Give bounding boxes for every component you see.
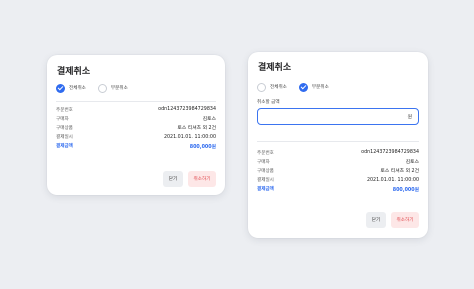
detail-key: 구매상품	[257, 168, 274, 174]
payment-details: 주문번호 odn1243723984729834 구매자 김토스 구매상품 토스…	[257, 148, 419, 194]
total-key: 결제금액	[257, 187, 274, 193]
detail-row-total: 결제금액 800,000원	[257, 185, 419, 194]
detail-row-paid-at: 결제일시 2021.01.01. 11:00:00	[257, 176, 419, 185]
cancel-payment-dialog-partial: 결제취소 전체취소 부분취소 취소할 금액 원 주문번호 odn12437239…	[248, 52, 428, 238]
close-button[interactable]: 닫기	[366, 212, 386, 228]
detail-row-total: 결제금액 800,000원	[56, 142, 216, 151]
detail-value: odn1243723984729834	[158, 107, 216, 113]
dialog-actions: 닫기 취소하기	[158, 171, 216, 187]
dialog-actions: 닫기 취소하기	[361, 212, 419, 228]
detail-row-order-number: 주문번호 odn1243723984729834	[56, 105, 216, 114]
radio-partial-cancel[interactable]: 부분취소	[298, 82, 329, 92]
radio-partial-cancel[interactable]: 부분취소	[97, 83, 128, 93]
detail-key: 구매상품	[56, 125, 73, 131]
detail-row-paid-at: 결제일시 2021.01.01. 11:00:00	[56, 133, 216, 142]
cancel-payment-dialog-full: 결제취소 전체취소 부분취소 주문번호 odn1243723984729834 …	[47, 55, 225, 195]
detail-row-buyer: 구매자 김토스	[257, 157, 419, 166]
cancel-type-radio-group: 전체취소 부분취소	[257, 81, 341, 93]
detail-key: 주문번호	[56, 107, 73, 113]
radio-label: 부분취소	[110, 86, 128, 91]
detail-key: 주문번호	[257, 150, 274, 156]
detail-key: 구매자	[56, 116, 69, 122]
radio-full-cancel[interactable]: 전체취소	[257, 82, 287, 92]
detail-row-product: 구매상품 토스 티셔츠 외 2건	[257, 166, 419, 175]
detail-value: 2021.01.01. 11:00:00	[366, 177, 419, 183]
detail-row-order-number: 주문번호 odn1243723984729834	[257, 148, 419, 157]
radio-unchecked-icon	[257, 82, 266, 92]
cancel-payment-button[interactable]: 취소하기	[391, 212, 419, 228]
dialog-title: 결제취소	[57, 67, 91, 77]
detail-value: 김토스	[202, 117, 216, 123]
detail-value: 김토스	[405, 160, 419, 166]
total-value: 800,000원	[392, 187, 419, 193]
radio-unchecked-icon	[97, 83, 107, 93]
detail-row-product: 구매상품 토스 티셔츠 외 2건	[56, 123, 216, 132]
cancel-type-radio-group: 전체취소 부분취소	[56, 82, 140, 94]
detail-value: 토스 티셔츠 외 2건	[380, 169, 419, 175]
detail-key: 결제일시	[56, 135, 73, 141]
total-key: 결제금액	[56, 144, 73, 150]
divider	[56, 101, 216, 102]
cancel-amount-label: 취소할 금액	[257, 100, 280, 105]
radio-label: 전체취소	[270, 85, 287, 90]
radio-full-cancel[interactable]: 전체취소	[56, 83, 86, 93]
cancel-payment-button[interactable]: 취소하기	[188, 171, 216, 187]
dialog-title: 결제취소	[258, 63, 292, 73]
detail-value: odn1243723984729834	[361, 150, 419, 156]
radio-checked-icon	[298, 82, 308, 92]
detail-value: 토스 티셔츠 외 2건	[177, 126, 216, 132]
payment-details: 주문번호 odn1243723984729834 구매자 김토스 구매상품 토스…	[56, 105, 216, 151]
cancel-amount-input[interactable]: 원	[257, 108, 419, 125]
detail-key: 결제일시	[257, 178, 274, 184]
detail-row-buyer: 구매자 김토스	[56, 114, 216, 123]
radio-checked-icon	[56, 83, 65, 93]
total-value: 800,000원	[189, 144, 216, 150]
radio-label: 부분취소	[311, 85, 329, 90]
detail-value: 2021.01.01. 11:00:00	[163, 134, 216, 140]
detail-key: 구매자	[257, 159, 270, 165]
radio-label: 전체취소	[69, 86, 86, 91]
divider	[257, 141, 419, 142]
close-button[interactable]: 닫기	[163, 171, 183, 187]
currency-unit: 원	[407, 115, 412, 120]
